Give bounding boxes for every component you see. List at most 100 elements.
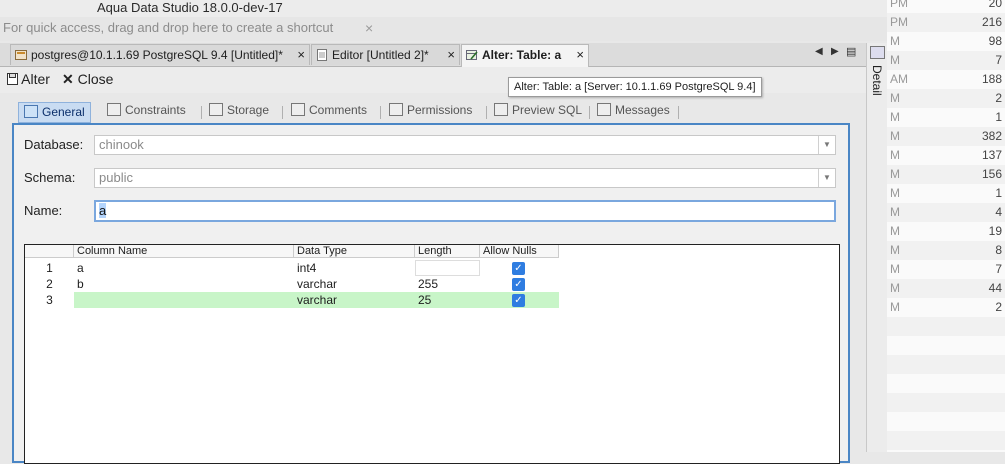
tab-storage[interactable]: Storage	[209, 103, 269, 122]
background-row-value: 382	[981, 129, 1002, 143]
background-row-value: 7	[995, 53, 1002, 67]
window-title: Aqua Data Studio 18.0.0-dev-17	[97, 0, 283, 15]
close-button[interactable]: ✕ Close	[62, 71, 113, 88]
tab-preview-sql-label: Preview SQL	[512, 103, 583, 117]
data-type-header[interactable]: Data Type	[294, 245, 415, 258]
chevron-down-icon: ▼	[818, 169, 835, 187]
tab-tooltip: Alter: Table: a [Server: 10.1.1.69 Postg…	[508, 77, 762, 97]
background-list-row: M7	[887, 260, 1005, 279]
data-type-cell[interactable]: varchar	[294, 276, 415, 292]
length-cell[interactable]: 25	[415, 292, 480, 308]
length-header[interactable]: Length	[415, 245, 480, 258]
close-icon[interactable]: ×	[447, 47, 455, 62]
row-number: 1	[46, 261, 53, 275]
tab-preview-sql[interactable]: Preview SQL	[494, 103, 582, 122]
row-number: 2	[46, 277, 53, 291]
background-row-time: M	[890, 243, 900, 257]
background-list-row	[887, 431, 1005, 450]
data-type-cell[interactable]: varchar	[294, 292, 415, 308]
detail-panel-icon[interactable]	[870, 46, 885, 59]
subtab-separator	[678, 106, 679, 119]
background-list-row: PM 20	[887, 0, 1005, 13]
background-list-row	[887, 374, 1005, 393]
editor-tab-bar: postgres@10.1.1.69 PostgreSQL 9.4 [Untit…	[0, 43, 866, 67]
background-row-time: M	[890, 91, 900, 105]
data-type-cell[interactable]: int4	[294, 260, 415, 276]
background-row-value: 137	[981, 148, 1002, 162]
comments-icon	[291, 103, 305, 116]
length-cell[interactable]: 255	[415, 276, 480, 292]
background-row-time: PM	[890, 15, 908, 29]
background-list-row: M7	[887, 51, 1005, 70]
tab-alter-table[interactable]: Alter: Table: a ×	[461, 44, 589, 67]
tab-constraints[interactable]: Constraints	[107, 103, 186, 122]
column-name-cell[interactable]: b	[74, 276, 294, 292]
schema-select[interactable]: public ▼	[94, 168, 836, 188]
background-list-row	[887, 336, 1005, 355]
alter-button[interactable]: Alter	[7, 71, 50, 87]
database-select[interactable]: chinook ▼	[94, 135, 836, 155]
close-shortcut-bar-icon[interactable]: ×	[365, 20, 373, 36]
background-row-time: M	[890, 262, 900, 276]
schema-value: public	[99, 170, 133, 185]
chevron-down-icon: ▼	[818, 136, 835, 154]
alter-button-label: Alter	[21, 71, 50, 87]
allow-nulls-checkbox[interactable]: ✓	[512, 262, 525, 275]
schema-row: Schema: public ▼	[24, 168, 840, 190]
background-row-value: 20	[988, 0, 1002, 10]
background-list-row: M2	[887, 89, 1005, 108]
background-row-value: 44	[988, 281, 1002, 295]
background-row-time: M	[890, 110, 900, 124]
subtab-separator	[589, 106, 590, 119]
tab-permissions[interactable]: Permissions	[389, 103, 472, 122]
background-row-value: 98	[988, 34, 1002, 48]
detail-side-strip: Detail	[866, 43, 888, 452]
allow-nulls-checkbox[interactable]: ✓	[512, 294, 525, 307]
columns-grid[interactable]: Column Name Data Type Length Allow Nulls…	[24, 244, 840, 464]
background-list-row: M4	[887, 203, 1005, 222]
tab-list-icon[interactable]: ▤	[846, 45, 856, 58]
general-panel: Database: chinook ▼ Schema: public ▼ Nam…	[12, 123, 850, 464]
name-row: Name: a	[24, 200, 840, 222]
tab-scroll-left-icon[interactable]: ◀	[815, 46, 823, 57]
allow-nulls-header[interactable]: Allow Nulls	[480, 245, 559, 258]
subtab-separator	[380, 106, 381, 119]
general-icon	[24, 105, 38, 118]
subtab-separator	[282, 106, 283, 119]
background-list-row: M1	[887, 108, 1005, 127]
detail-tab[interactable]: Detail	[870, 65, 884, 96]
background-list-row	[887, 317, 1005, 336]
background-row-time: M	[890, 281, 900, 295]
background-row-value: 1	[995, 186, 1002, 200]
tab-comments[interactable]: Comments	[291, 103, 367, 122]
title-bar: Aqua Data Studio 18.0.0-dev-17	[0, 0, 887, 17]
column-name-cell[interactable]: a	[74, 260, 294, 276]
tab-scroll-right-icon[interactable]: ▶	[831, 46, 839, 57]
tab-postgres-connection[interactable]: postgres@10.1.1.69 PostgreSQL 9.4 [Untit…	[10, 44, 310, 65]
name-input[interactable]: a	[94, 200, 836, 222]
tab-permissions-label: Permissions	[407, 103, 473, 117]
background-list-row: M 19	[887, 222, 1005, 241]
tab-storage-label: Storage	[227, 103, 270, 117]
background-row-time: M	[890, 53, 900, 67]
tab-label: Editor [Untitled 2]*	[332, 48, 429, 62]
close-icon[interactable]: ×	[297, 47, 305, 62]
tab-messages[interactable]: Messages	[597, 103, 670, 122]
tab-editor-untitled-2[interactable]: Editor [Untitled 2]* ×	[311, 44, 460, 65]
length-cell[interactable]	[415, 260, 480, 276]
tab-general[interactable]: General	[18, 102, 91, 123]
column-name-header[interactable]: Column Name	[74, 245, 294, 258]
database-label: Database:	[24, 137, 84, 152]
allow-nulls-checkbox[interactable]: ✓	[512, 278, 525, 291]
preview-sql-icon	[494, 103, 508, 116]
close-icon[interactable]: ×	[576, 47, 584, 62]
background-list-row: M8	[887, 241, 1005, 260]
background-row-time: PM	[890, 0, 908, 10]
background-row-time: M	[890, 224, 900, 238]
tab-label: Alter: Table: a	[482, 48, 562, 62]
tab-label: postgres@10.1.1.69 PostgreSQL 9.4 [Untit…	[31, 48, 283, 62]
background-list-row	[887, 355, 1005, 374]
column-name-cell[interactable]	[74, 292, 294, 308]
background-row-time: M	[890, 167, 900, 181]
background-list-row: M 98	[887, 32, 1005, 51]
